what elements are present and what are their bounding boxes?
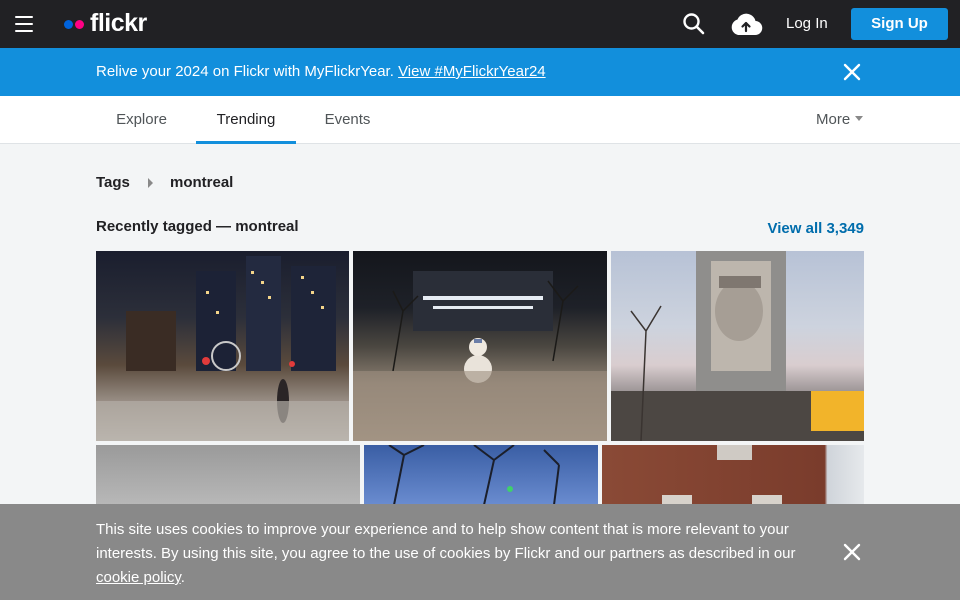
close-icon[interactable] [843,543,861,561]
tab-events[interactable]: Events [305,96,390,144]
view-all-link[interactable]: View all 3,349 [768,220,864,237]
breadcrumb-tags[interactable]: Tags [96,174,130,191]
promo-banner: Relive your 2024 on Flickr with MyFlickr… [0,48,960,96]
tab-trending[interactable]: Trending [196,96,296,144]
sub-navigation: Explore Trending Events More [0,96,960,144]
flickr-logo[interactable]: flickr [64,9,147,39]
more-label: More [816,111,851,128]
photo-thumbnail[interactable] [96,251,349,441]
caret-right-icon [148,178,153,188]
cookie-text: This site uses cookies to improve your e… [96,521,796,562]
logo-text: flickr [90,8,147,37]
more-menu[interactable]: More [816,96,864,144]
photo-thumbnail[interactable] [364,445,598,505]
top-navigation: flickr Log In Sign Up [0,0,960,48]
login-link[interactable]: Log In [786,15,828,32]
cookie-banner: This site uses cookies to improve your e… [0,504,960,600]
cookie-suffix: . [180,569,185,586]
photo-thumbnail[interactable] [353,251,607,441]
cookie-message: This site uses cookies to improve your e… [96,518,836,590]
logo-pink-dot [75,19,84,29]
photo-thumbnail[interactable] [611,251,864,441]
tab-explore[interactable]: Explore [96,96,187,144]
photo-thumbnail[interactable] [96,445,360,505]
promo-text: Relive your 2024 on Flickr with MyFlickr… [96,63,399,80]
promo-message: Relive your 2024 on Flickr with MyFlickr… [96,63,546,80]
signup-button[interactable]: Sign Up [851,8,948,40]
upload-cloud-icon[interactable] [729,10,763,38]
section-title: Recently tagged — montreal [96,218,299,235]
close-icon[interactable] [843,63,861,81]
search-icon[interactable] [682,12,706,36]
cookie-policy-link[interactable]: cookie policy [96,569,181,586]
menu-icon[interactable] [15,16,33,32]
promo-link[interactable]: View #MyFlickrYear24 [398,63,546,80]
breadcrumb-current: montreal [170,174,234,191]
logo-blue-dot [64,19,73,29]
caret-down-icon [855,115,864,121]
photo-thumbnail[interactable] [602,445,864,505]
